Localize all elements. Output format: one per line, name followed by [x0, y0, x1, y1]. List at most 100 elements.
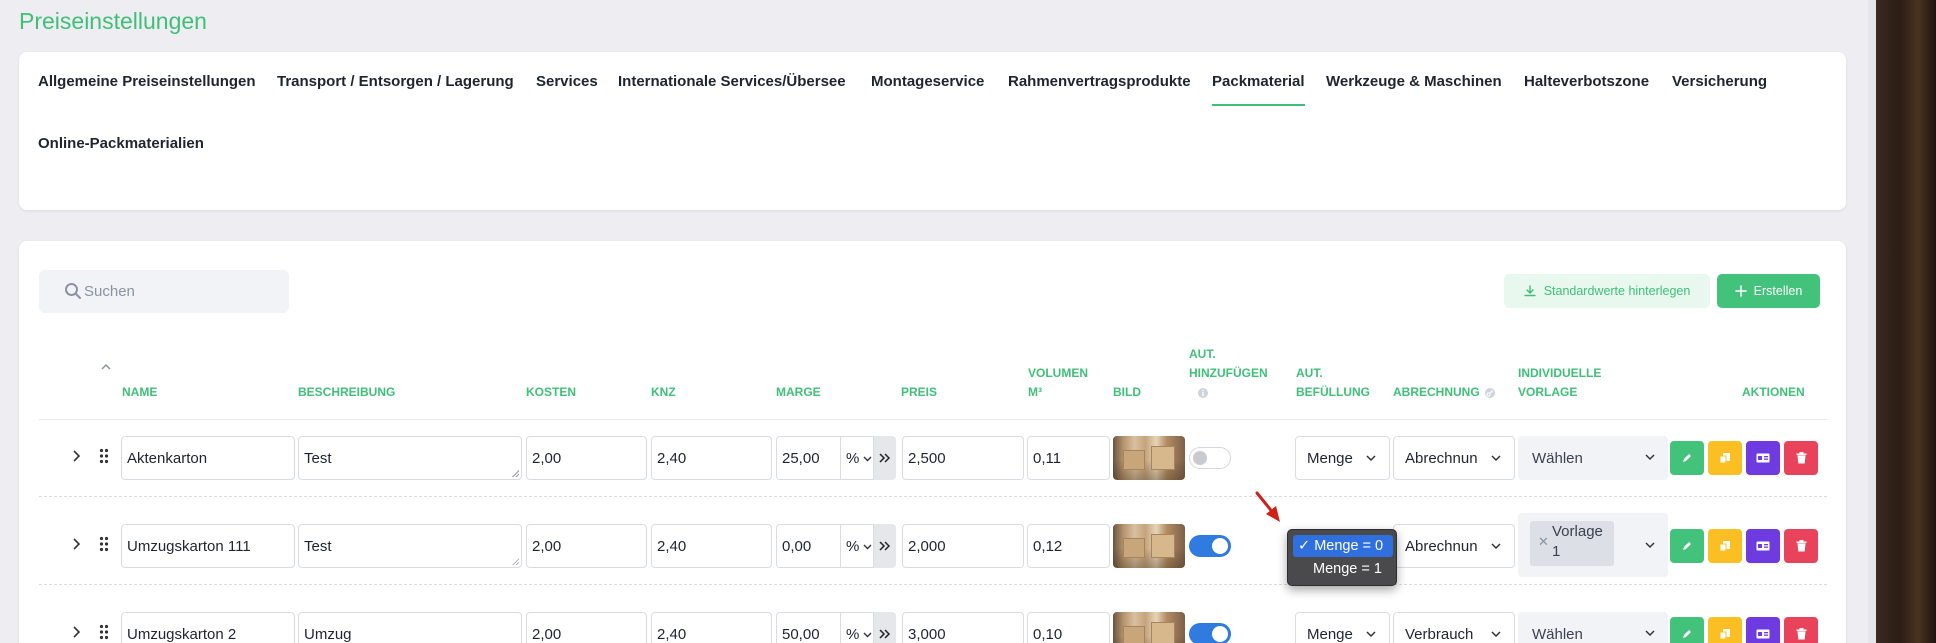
chevron-down-icon: [863, 632, 872, 637]
product-image[interactable]: [1113, 436, 1185, 480]
dropdown-option[interactable]: Menge = 1: [1293, 558, 1393, 580]
tab-rahmenvertragsprodukte[interactable]: Rahmenvertragsprodukte: [1008, 73, 1191, 90]
kosten-input[interactable]: 2,00: [526, 612, 647, 643]
double-chevron-right-icon: [879, 629, 891, 639]
key-icon[interactable]: [1484, 387, 1496, 399]
col-name[interactable]: NAME: [122, 383, 157, 402]
abrechnung-select[interactable]: Verbrauch: [1393, 612, 1515, 643]
apply-marge-button[interactable]: [874, 524, 896, 568]
delete-button[interactable]: [1784, 617, 1818, 643]
name-input[interactable]: Umzugskarton 111: [121, 524, 295, 568]
drag-handle-icon[interactable]: [99, 536, 109, 552]
aut-hinzufuegen-toggle[interactable]: [1189, 623, 1231, 643]
expand-row-icon[interactable]: [71, 537, 81, 551]
trash-icon: [1796, 452, 1806, 464]
abrechnung-select[interactable]: Abrechnun: [1393, 524, 1515, 568]
knz-input[interactable]: 2,40: [651, 524, 772, 568]
id-card-button[interactable]: [1746, 617, 1780, 643]
tab-online-packmaterialien[interactable]: Online-Packmaterialien: [38, 135, 204, 152]
vorlage-select[interactable]: ✕ Vorlage 1: [1518, 513, 1668, 577]
beschreibung-input[interactable]: Umzug: [298, 612, 522, 643]
desktop-background: [1876, 0, 1936, 643]
aut-befuellung-select[interactable]: Menge: [1295, 612, 1390, 643]
sort-up-icon[interactable]: [100, 362, 112, 372]
expand-row-icon[interactable]: [71, 625, 81, 639]
col-volumen[interactable]: VOLUMEN: [1028, 364, 1088, 383]
delete-button[interactable]: [1784, 529, 1818, 563]
id-card-button[interactable]: [1746, 441, 1780, 475]
edit-button[interactable]: [1670, 617, 1704, 643]
col-knz[interactable]: KNZ: [651, 383, 676, 402]
delete-button[interactable]: [1784, 441, 1818, 475]
product-image[interactable]: [1113, 524, 1185, 568]
drag-handle-icon[interactable]: [99, 448, 109, 464]
copy-button[interactable]: [1708, 529, 1742, 563]
aut-hinzufuegen-toggle[interactable]: [1189, 535, 1231, 557]
id-card-button[interactable]: [1746, 529, 1780, 563]
knz-input[interactable]: 2,40: [651, 612, 772, 643]
marge-unit-select[interactable]: %: [841, 612, 874, 643]
aut-befuellung-select[interactable]: Menge: [1295, 436, 1390, 480]
beschreibung-input[interactable]: Test: [298, 524, 522, 568]
preis-input[interactable]: 2,500: [902, 436, 1024, 480]
aut-hinzufuegen-toggle[interactable]: [1189, 447, 1231, 469]
tab-services[interactable]: Services: [536, 73, 598, 90]
volumen-input[interactable]: 0,12: [1027, 524, 1110, 568]
remove-tag-icon[interactable]: ✕: [1538, 534, 1549, 550]
tab-internationale-services[interactable]: Internationale Services/Übersee: [618, 73, 846, 90]
volumen-input[interactable]: 0,11: [1027, 436, 1110, 480]
vorlage-select[interactable]: Wählen: [1518, 612, 1668, 643]
expand-row-icon[interactable]: [71, 449, 81, 463]
name-input[interactable]: Aktenkarton: [121, 436, 295, 480]
preis-input[interactable]: 2,000: [902, 524, 1024, 568]
col-aut-befuellung[interactable]: AUT.: [1296, 364, 1323, 383]
edit-button[interactable]: [1670, 529, 1704, 563]
col-preis[interactable]: PREIS: [901, 383, 937, 402]
col-kosten[interactable]: KOSTEN: [526, 383, 576, 402]
copy-button[interactable]: [1708, 617, 1742, 643]
col-individuelle-vorlage[interactable]: INDIVIDUELLE: [1518, 364, 1601, 383]
product-image[interactable]: [1113, 612, 1185, 643]
col-aut-hinzufuegen[interactable]: AUT.: [1189, 345, 1216, 364]
apply-marge-button[interactable]: [874, 612, 896, 643]
edit-button[interactable]: [1670, 441, 1704, 475]
knz-input[interactable]: 2,40: [651, 436, 772, 480]
tab-halteverbotszone[interactable]: Halteverbotszone: [1524, 73, 1649, 90]
col-abrechnung[interactable]: ABRECHNUNG: [1393, 383, 1480, 402]
abrechnung-select[interactable]: Abrechnun: [1393, 436, 1515, 480]
tab-versicherung[interactable]: Versicherung: [1672, 73, 1767, 90]
copy-button[interactable]: [1708, 441, 1742, 475]
tab-transport-entsorgen-lagerung[interactable]: Transport / Entsorgen / Lagerung: [277, 73, 514, 90]
marge-input[interactable]: 25,00: [776, 436, 841, 480]
col-marge[interactable]: MARGE: [776, 383, 821, 402]
tab-packmaterial[interactable]: Packmaterial: [1212, 73, 1305, 106]
tab-montageservice[interactable]: Montageservice: [871, 73, 984, 90]
vorlage-select[interactable]: Wählen: [1518, 436, 1668, 480]
tab-werkzeuge-maschinen[interactable]: Werkzeuge & Maschinen: [1326, 73, 1502, 90]
col-individuelle-vorlage-2: VORLAGE: [1518, 385, 1578, 399]
aut-befuellung-value: Menge: [1307, 625, 1353, 643]
apply-marge-button[interactable]: [874, 436, 896, 480]
marge-input[interactable]: 50,00: [776, 612, 841, 643]
marge-unit-select[interactable]: %: [841, 436, 874, 480]
kosten-input[interactable]: 2,00: [526, 524, 647, 568]
search-input[interactable]: Suchen: [39, 270, 289, 313]
preis-input[interactable]: 3,000: [902, 612, 1024, 643]
tab-allgemeine-preiseinstellungen[interactable]: Allgemeine Preiseinstellungen: [38, 73, 256, 90]
standard-values-button[interactable]: Standardwerte hinterlegen: [1504, 274, 1710, 308]
marge-input[interactable]: 0,00: [776, 524, 841, 568]
abrechnung-value: Abrechnun: [1405, 449, 1478, 467]
kosten-input[interactable]: 2,00: [526, 436, 647, 480]
beschreibung-input[interactable]: Test: [298, 436, 522, 480]
annotation-arrow-icon: [1255, 491, 1280, 522]
plus-icon: [1734, 285, 1747, 297]
volumen-input[interactable]: 0,10: [1027, 612, 1110, 643]
name-input[interactable]: Umzugskarton 2: [121, 612, 295, 643]
col-beschreibung[interactable]: BESCHREIBUNG: [298, 383, 395, 402]
dropdown-option-selected[interactable]: ✓ Menge = 0: [1293, 535, 1393, 557]
marge-unit-select[interactable]: %: [841, 524, 874, 568]
create-button[interactable]: Erstellen: [1717, 274, 1820, 308]
info-icon[interactable]: [1197, 387, 1209, 399]
drag-handle-icon[interactable]: [99, 624, 109, 640]
col-aut-hinzufuegen-2: HINZUFÜGEN: [1189, 366, 1268, 380]
